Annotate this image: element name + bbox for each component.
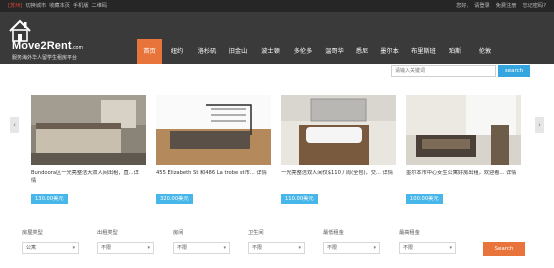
search-bar: search bbox=[391, 65, 530, 77]
nav-tab[interactable]: 波士顿 bbox=[254, 39, 287, 64]
filter-value: 不限 bbox=[101, 245, 112, 251]
filter-group: 卫生间不限 ▾ bbox=[248, 228, 305, 254]
nav-tab[interactable]: 悉尼 bbox=[350, 39, 374, 64]
chevron-down-icon: ▾ bbox=[147, 245, 150, 251]
listing-photo[interactable] bbox=[156, 95, 271, 165]
filter-label: 最高租金 bbox=[399, 230, 420, 236]
listing-price: 110.00美元 bbox=[281, 194, 318, 204]
nav-tab[interactable]: 旧金山 bbox=[222, 39, 254, 64]
filter-select[interactable]: 不限 ▾ bbox=[248, 242, 305, 254]
filter-value: 不限 bbox=[177, 245, 188, 251]
listing-title[interactable]: 一光亮整洁双人间仅$110 / 周(全包)，交... 详情 bbox=[281, 170, 393, 187]
filter-value: 公寓 bbox=[26, 245, 37, 251]
listing-card[interactable]: 455 Elizabeth St 和486 La trobe st市... 详情… bbox=[156, 95, 271, 204]
listing-card[interactable]: Bundoora区一光亮整洁大双人间出租，直...详情 130.00美元 bbox=[31, 95, 146, 204]
top-link[interactable]: [苏州] bbox=[8, 0, 22, 12]
filter-select[interactable]: 不限 ▾ bbox=[323, 242, 380, 254]
chevron-down-icon: ▾ bbox=[373, 245, 376, 251]
account-link[interactable]: 免费注册 bbox=[496, 0, 517, 12]
site-logo[interactable]: Move2Rent.com 服务海外华人留学生租房平台 bbox=[9, 18, 99, 62]
filter-value: 不限 bbox=[403, 245, 414, 251]
top-link[interactable]: 手机版 bbox=[73, 0, 89, 12]
filter-value: 不限 bbox=[327, 245, 338, 251]
listing-price: 100.00美元 bbox=[406, 194, 443, 204]
filter-select[interactable]: 公寓 ▾ bbox=[22, 242, 79, 254]
nav-tab[interactable]: 伦敦 bbox=[468, 39, 502, 64]
chevron-down-icon: ▾ bbox=[449, 245, 452, 251]
filter-label: 房间 bbox=[173, 230, 184, 236]
logo-tagline: 服务海外华人留学生租房平台 bbox=[12, 55, 78, 61]
top-link[interactable]: 收藏本页 bbox=[49, 0, 70, 12]
carousel-next-button[interactable]: › bbox=[535, 117, 544, 133]
logo-brand: Move2Rent.com bbox=[12, 40, 83, 52]
filter-group: 出租类型不限 ▾ bbox=[97, 228, 154, 254]
account-link[interactable]: 忘记密码? bbox=[522, 0, 546, 12]
filter-search-button[interactable]: Search bbox=[483, 242, 525, 256]
filter-value: 不限 bbox=[252, 245, 263, 251]
filter-select[interactable]: 不限 ▾ bbox=[399, 242, 456, 254]
listing-price: 130.00美元 bbox=[31, 194, 68, 204]
filter-label: 出租类型 bbox=[97, 230, 118, 236]
listing-photo[interactable] bbox=[281, 95, 396, 165]
listing-card[interactable]: 墨尔本市中心女生公寓好房出租，欢迎看... 详情 100.00美元 bbox=[406, 95, 521, 204]
filter-group: 房屋类型公寓 ▾ bbox=[22, 228, 79, 254]
nav-tab[interactable]: 洛杉矶 bbox=[192, 39, 222, 64]
top-bar-left: [苏州] 切换城市 收藏本页 手机版 二维码 bbox=[8, 0, 107, 12]
chevron-down-icon: ▾ bbox=[72, 245, 75, 251]
nav-tab[interactable]: 多伦多 bbox=[287, 39, 319, 64]
listing-title[interactable]: Bundoora区一光亮整洁大双人间出租，直...详情 bbox=[31, 170, 143, 187]
account-link: 您好, bbox=[456, 3, 469, 9]
filter-group: 最低租金不限 ▾ bbox=[323, 228, 380, 254]
filter-group: 房间不限 ▾ bbox=[173, 228, 230, 254]
filter-group: 最高租金不限 ▾ bbox=[399, 228, 456, 254]
account-link[interactable]: 请登录 bbox=[474, 0, 490, 12]
filter-label: 卫生间 bbox=[248, 230, 264, 236]
city-nav: 首页 纽约 洛杉矶 旧金山 波士顿 多伦多 温哥华 悉尼 墨尔本 布里斯班 珀斯 伦敦 bbox=[137, 39, 502, 64]
search-input[interactable] bbox=[391, 65, 496, 77]
nav-tab[interactable]: 珀斯 bbox=[442, 39, 468, 64]
nav-tab[interactable]: 温哥华 bbox=[319, 39, 350, 64]
search-button[interactable]: search bbox=[498, 65, 530, 77]
nav-tab[interactable]: 纽约 bbox=[162, 39, 192, 64]
top-link[interactable]: 切换城市 bbox=[25, 0, 46, 12]
chevron-down-icon: ▾ bbox=[298, 245, 301, 251]
filter-select[interactable]: 不限 ▾ bbox=[97, 242, 154, 254]
carousel-prev-button[interactable]: ‹ bbox=[10, 117, 19, 133]
filter-label: 最低租金 bbox=[323, 230, 344, 236]
top-bar-right: 您好, 请登录 免费注册 忘记密码? bbox=[456, 0, 546, 12]
listing-photo[interactable] bbox=[31, 95, 146, 165]
nav-tab[interactable]: 墨尔本 bbox=[374, 39, 405, 64]
nav-tab[interactable]: 首页 bbox=[137, 39, 162, 64]
top-link[interactable]: 二维码 bbox=[92, 0, 108, 12]
listing-title[interactable]: 墨尔本市中心女生公寓好房出租，欢迎看... 详情 bbox=[406, 170, 518, 187]
filter-select[interactable]: 不限 ▾ bbox=[173, 242, 230, 254]
listing-card[interactable]: 一光亮整洁双人间仅$110 / 周(全包)，交... 详情 110.00美元 bbox=[281, 95, 396, 204]
top-bar: [苏州] 切换城市 收藏本页 手机版 二维码 您好, 请登录 免费注册 忘记密码? bbox=[0, 0, 554, 12]
chevron-down-icon: ▾ bbox=[223, 245, 226, 251]
site-header: Move2Rent.com 服务海外华人留学生租房平台 首页 纽约 洛杉矶 旧金山 波士… bbox=[0, 12, 554, 64]
filter-bar: 房屋类型公寓 ▾ 出租类型不限 ▾ 房间不限 ▾ 卫生间不限 ▾ 最低租金不限 ▾ 最高租金不限 ▾ bbox=[0, 228, 554, 258]
filter-label: 房屋类型 bbox=[22, 230, 43, 236]
nav-tab[interactable]: 布里斯班 bbox=[405, 39, 442, 64]
listing-photo[interactable] bbox=[406, 95, 521, 165]
listing-title[interactable]: 455 Elizabeth St 和486 La trobe st市... 详情 bbox=[156, 170, 268, 187]
listing-price: 320.00美元 bbox=[156, 194, 193, 204]
